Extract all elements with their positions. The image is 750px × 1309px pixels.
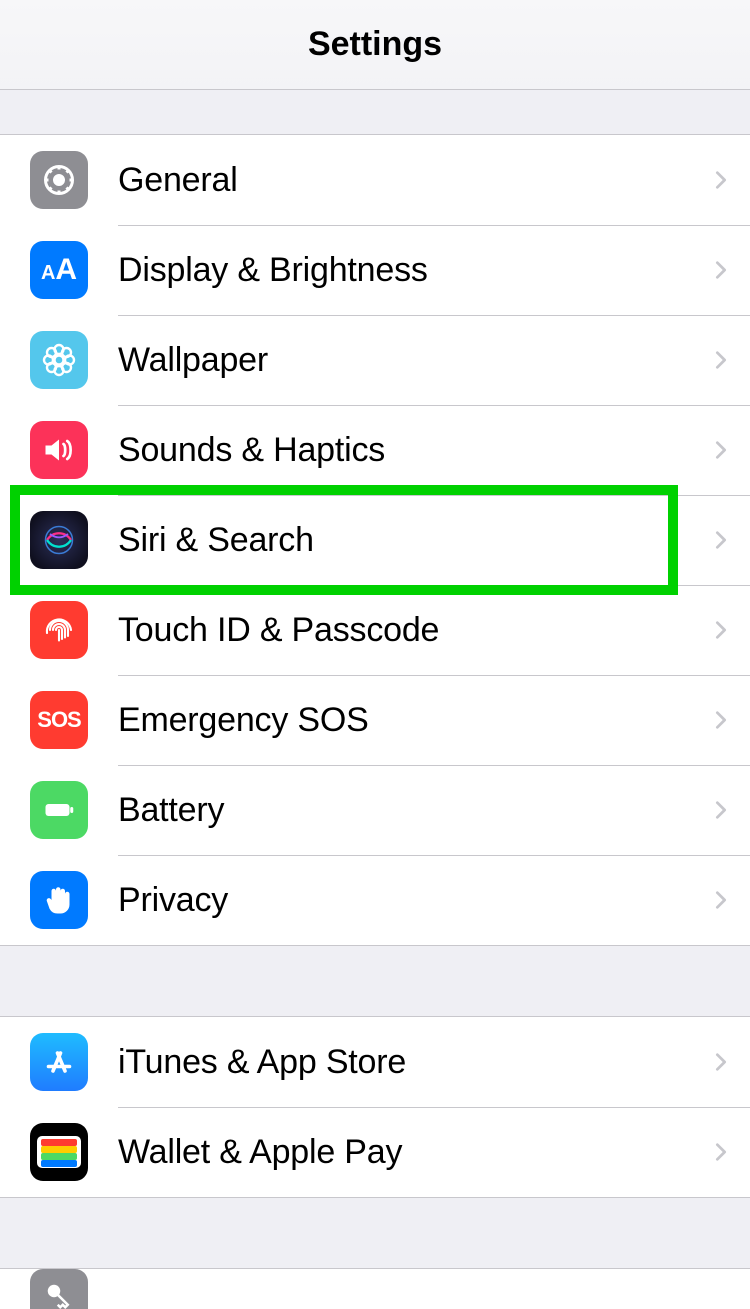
settings-section-accounts [0, 1268, 750, 1309]
chevron-right-icon [710, 529, 732, 551]
fingerprint-icon [30, 601, 88, 659]
row-general[interactable]: General [0, 135, 750, 225]
gear-icon [30, 151, 88, 209]
row-label: Siri & Search [118, 521, 710, 560]
row-label: Display & Brightness [118, 251, 710, 290]
row-touchid-passcode[interactable]: Touch ID & Passcode [0, 585, 750, 675]
row-label: iTunes & App Store [118, 1043, 710, 1082]
row-label: Battery [118, 791, 710, 830]
chevron-right-icon [710, 889, 732, 911]
row-label: General [118, 161, 710, 200]
section-gap [0, 90, 750, 134]
row-sounds-haptics[interactable]: Sounds & Haptics [0, 405, 750, 495]
chevron-right-icon [710, 1141, 732, 1163]
speaker-icon [30, 421, 88, 479]
row-battery[interactable]: Battery [0, 765, 750, 855]
row-label: Touch ID & Passcode [118, 611, 710, 650]
row-label: Emergency SOS [118, 701, 710, 740]
page-title: Settings [308, 25, 442, 64]
row-siri-search[interactable]: Siri & Search [0, 495, 750, 585]
section-gap [0, 946, 750, 1016]
appstore-icon [30, 1033, 88, 1091]
row-wallpaper[interactable]: Wallpaper [0, 315, 750, 405]
row-label: Sounds & Haptics [118, 431, 710, 470]
row-wallet-applepay[interactable]: Wallet & Apple Pay [0, 1107, 750, 1197]
row-partial[interactable] [0, 1269, 750, 1309]
chevron-right-icon [710, 619, 732, 641]
chevron-right-icon [710, 799, 732, 821]
header: Settings [0, 0, 750, 90]
key-icon [30, 1269, 88, 1309]
settings-section-store: iTunes & App Store Wallet & Apple Pay [0, 1016, 750, 1198]
hand-icon [30, 871, 88, 929]
row-label: Privacy [118, 881, 710, 920]
row-label: Wallpaper [118, 341, 710, 380]
section-gap [0, 1198, 750, 1268]
row-privacy[interactable]: Privacy [0, 855, 750, 945]
row-display-brightness[interactable]: AA Display & Brightness [0, 225, 750, 315]
wallet-icon [30, 1123, 88, 1181]
battery-icon [30, 781, 88, 839]
chevron-right-icon [710, 169, 732, 191]
sos-icon: SOS [30, 691, 88, 749]
settings-section-device: General AA Display & Brightness Wallpape… [0, 134, 750, 946]
chevron-right-icon [710, 259, 732, 281]
flower-icon [30, 331, 88, 389]
aa-icon: AA [30, 241, 88, 299]
row-emergency-sos[interactable]: SOS Emergency SOS [0, 675, 750, 765]
chevron-right-icon [710, 709, 732, 731]
chevron-right-icon [710, 349, 732, 371]
chevron-right-icon [710, 439, 732, 461]
row-itunes-appstore[interactable]: iTunes & App Store [0, 1017, 750, 1107]
chevron-right-icon [710, 1051, 732, 1073]
row-label: Wallet & Apple Pay [118, 1133, 710, 1172]
siri-icon [30, 511, 88, 569]
